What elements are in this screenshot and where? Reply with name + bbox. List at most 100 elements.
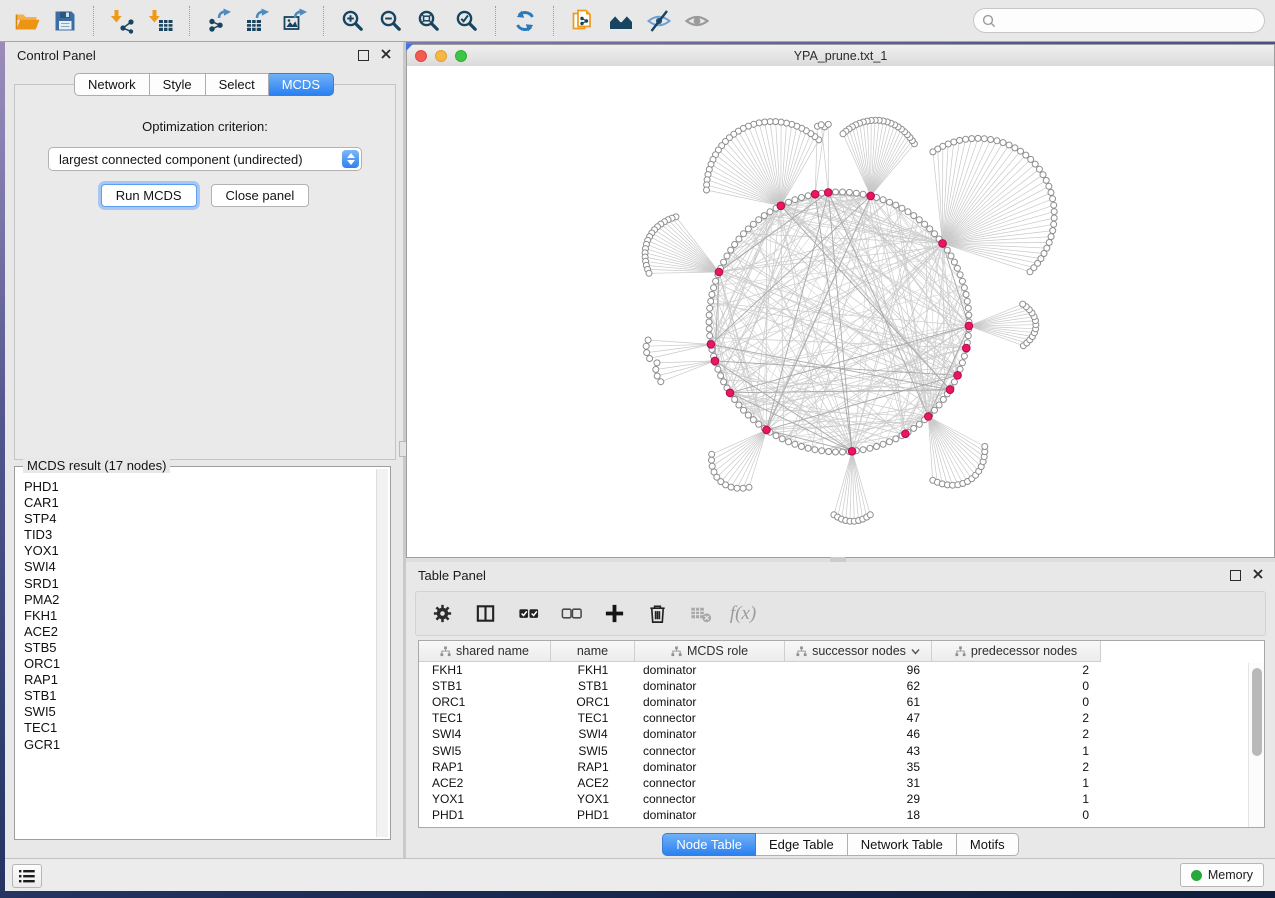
- first-neighbors-button[interactable]: [605, 5, 637, 37]
- optimization-dropdown[interactable]: largest connected component (undirected): [48, 147, 362, 171]
- import-table-button[interactable]: [145, 5, 177, 37]
- show-all-button[interactable]: [681, 5, 713, 37]
- export-image-icon: [282, 8, 308, 34]
- zoom-selected-icon: [454, 8, 480, 34]
- table-row[interactable]: ORC1ORC1dominator610: [419, 694, 1264, 710]
- save-session-button[interactable]: [49, 5, 81, 37]
- zoom-out-button[interactable]: [375, 5, 407, 37]
- cell-MCDS-role: dominator: [635, 679, 785, 693]
- network-graph[interactable]: [407, 66, 1274, 557]
- mcds-scrollbar[interactable]: [376, 469, 388, 837]
- first-neighbors-icon: [608, 8, 634, 34]
- table-panel-header: Table Panel: [406, 562, 1275, 588]
- close-mcds-panel-button[interactable]: Close panel: [211, 184, 310, 207]
- table-row[interactable]: YOX1YOX1connector291: [419, 791, 1264, 807]
- add-row-button[interactable]: [601, 601, 627, 627]
- delete-row-icon: [646, 602, 669, 625]
- export-table-icon: [244, 8, 270, 34]
- table-row[interactable]: STB1STB1dominator620: [419, 678, 1264, 694]
- hide-selected-button[interactable]: [643, 5, 675, 37]
- control-panel-title: Control Panel: [17, 48, 96, 63]
- column-label: predecessor nodes: [971, 644, 1077, 658]
- clone-network-button[interactable]: [567, 5, 599, 37]
- desktop: Control Panel NetworkStyleSelectMCDS Opt…: [0, 0, 1275, 898]
- toolbar-separator: [93, 6, 95, 36]
- optimization-label: Optimization criterion:: [15, 119, 395, 134]
- column-type-icon: [796, 646, 807, 657]
- settings-icon: [431, 602, 454, 625]
- tab-select[interactable]: Select: [206, 73, 269, 96]
- column-header-name[interactable]: name: [551, 641, 635, 662]
- column-header-shared-name[interactable]: shared name: [419, 641, 551, 662]
- table-header-row: shared name name MCDS role successor nodes p…: [419, 641, 1264, 662]
- task-history-button[interactable]: [12, 864, 42, 888]
- show-columns-button[interactable]: [472, 601, 498, 627]
- table-panel: Table Panel f(x) shared name name MCDS rol…: [406, 562, 1275, 858]
- search-input[interactable]: [1001, 12, 1264, 29]
- import-network-button[interactable]: [107, 5, 139, 37]
- hide-selected-icon: [646, 8, 672, 34]
- mcds-result-list[interactable]: PHD1CAR1STP4TID3YOX1SWI4SRD1PMA2FKH1ACE2…: [17, 479, 376, 837]
- control-panel-close-icon[interactable]: [381, 46, 391, 64]
- frame-resize-corner-icon[interactable]: [406, 44, 413, 51]
- control-panel-float-icon[interactable]: [358, 50, 369, 61]
- tab-edge-table[interactable]: Edge Table: [756, 833, 848, 856]
- tab-network[interactable]: Network: [74, 73, 150, 96]
- memory-label: Memory: [1208, 868, 1253, 882]
- select-all-button[interactable]: [515, 601, 541, 627]
- column-header-predecessor-nodes[interactable]: predecessor nodes: [932, 641, 1101, 662]
- network-window-titlebar[interactable]: YPA_prune.txt_1: [407, 45, 1274, 67]
- zoom-in-button[interactable]: [337, 5, 369, 37]
- column-label: name: [577, 644, 608, 658]
- cell-successor-nodes: 31: [785, 776, 932, 790]
- zoom-fit-content-button[interactable]: [413, 5, 445, 37]
- tab-motifs[interactable]: Motifs: [957, 833, 1019, 856]
- column-label: successor nodes: [812, 644, 906, 658]
- zoom-selected-button[interactable]: [451, 5, 483, 37]
- column-header-MCDS-role[interactable]: MCDS role: [635, 641, 785, 662]
- table-row[interactable]: SWI4SWI4dominator462: [419, 726, 1264, 742]
- table-panel-float-icon[interactable]: [1230, 570, 1241, 581]
- tab-node-table[interactable]: Node Table: [662, 833, 756, 856]
- cell-MCDS-role: dominator: [635, 808, 785, 822]
- cell-name: PHD1: [551, 808, 635, 822]
- table-row[interactable]: PHD1PHD1dominator180: [419, 807, 1264, 823]
- open-file-button[interactable]: [11, 5, 43, 37]
- table-panel-title: Table Panel: [418, 568, 486, 583]
- mcds-result-item: STB5: [17, 640, 376, 656]
- mcds-result-item: STB1: [17, 688, 376, 704]
- run-mcds-button[interactable]: Run MCDS: [101, 184, 197, 207]
- mcds-result-item: PMA2: [17, 592, 376, 608]
- table-panel-close-icon[interactable]: [1253, 566, 1263, 584]
- refresh-view-button[interactable]: [509, 5, 541, 37]
- export-image-button[interactable]: [279, 5, 311, 37]
- table-row[interactable]: SWI5SWI5connector431: [419, 742, 1264, 758]
- table-scrollbar-thumb[interactable]: [1252, 668, 1262, 756]
- table-row[interactable]: RAP1RAP1dominator352: [419, 759, 1264, 775]
- tab-mcds[interactable]: MCDS: [269, 73, 334, 96]
- tab-style[interactable]: Style: [150, 73, 206, 96]
- cell-name: ACE2: [551, 776, 635, 790]
- network-canvas[interactable]: [407, 66, 1274, 557]
- table-row[interactable]: FKH1FKH1dominator962: [419, 662, 1264, 678]
- cell-successor-nodes: 46: [785, 727, 932, 741]
- delete-row-button[interactable]: [644, 601, 670, 627]
- deselect-all-button[interactable]: [558, 601, 584, 627]
- cell-MCDS-role: dominator: [635, 695, 785, 709]
- table-row[interactable]: ACE2ACE2connector311: [419, 775, 1264, 791]
- sort-icon: [911, 648, 920, 655]
- memory-button[interactable]: Memory: [1180, 863, 1264, 887]
- export-network-button[interactable]: [203, 5, 235, 37]
- cell-predecessor-nodes: 2: [932, 760, 1101, 774]
- mcds-result-item: SRD1: [17, 576, 376, 592]
- select-all-icon: [517, 602, 540, 625]
- tab-network-table[interactable]: Network Table: [848, 833, 957, 856]
- settings-button[interactable]: [429, 601, 455, 627]
- mcds-options-panel: Optimization criterion: largest connecte…: [14, 84, 396, 460]
- table-toolbar: f(x): [415, 591, 1266, 636]
- export-table-button[interactable]: [241, 5, 273, 37]
- table-row[interactable]: TEC1TEC1connector472: [419, 710, 1264, 726]
- cell-shared-name: STB1: [419, 679, 551, 693]
- mcds-result-item: STP4: [17, 511, 376, 527]
- column-header-successor-nodes[interactable]: successor nodes: [785, 641, 932, 662]
